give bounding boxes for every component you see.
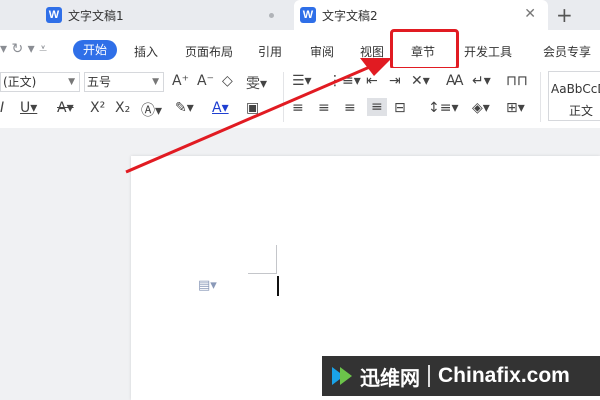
annotation-arrow-icon xyxy=(125,58,392,174)
watermark-divider xyxy=(428,365,430,387)
watermark-cn: 迅维网 xyxy=(360,365,420,390)
watermark: 迅维网 Chinafix.com xyxy=(322,356,600,396)
watermark-en: Chinafix.com xyxy=(438,364,570,387)
chinafix-logo-icon xyxy=(332,367,352,385)
